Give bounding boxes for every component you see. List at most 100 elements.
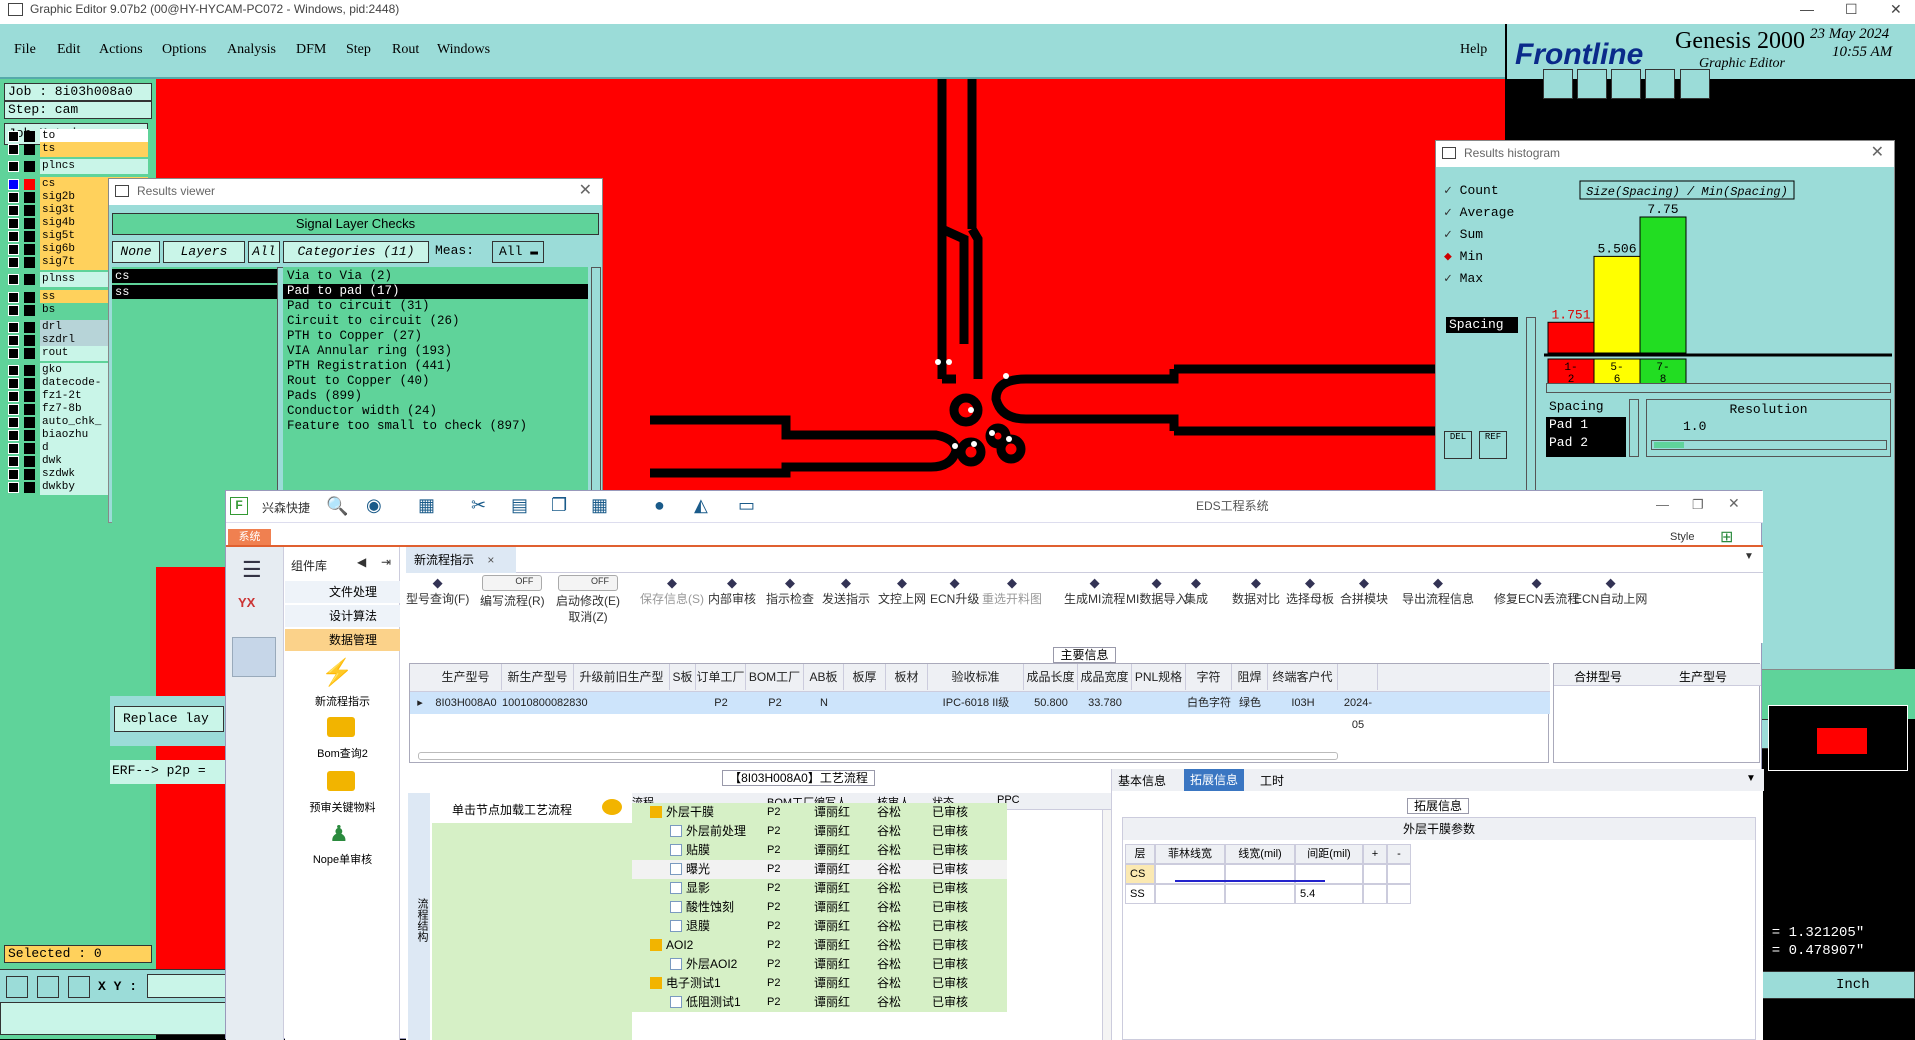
layer-checkbox[interactable] [8,417,19,428]
style-menu[interactable]: Style [1670,531,1694,543]
close-icon[interactable]: ✕ [1871,141,1884,165]
table-cell[interactable]: 白色字符 [1186,692,1232,714]
toolbar-button[interactable]: ◆ MI数据导入 [1126,575,1187,607]
flow-tree-row[interactable]: 外层AOI2 P2 谭丽红 谷松 已审核 [632,955,1007,974]
menu-actions[interactable]: Actions [99,42,143,58]
list-item[interactable]: cs [112,269,277,283]
layer-checkbox[interactable] [8,348,19,359]
category-item[interactable]: Feature too small to check (897) [283,419,588,434]
column-header[interactable]: 字符 [1186,664,1232,690]
database-icon[interactable] [232,637,276,677]
flow-tree-row[interactable]: 外层前处理 P2 谭丽红 谷松 已审核 [632,822,1007,841]
command-line[interactable] [0,1002,230,1035]
nav-precheck-material[interactable]: 预审关键物料 [285,799,400,815]
table-cell[interactable]: P2 [696,692,746,714]
histogram-bar[interactable] [1547,321,1595,354]
table-cell[interactable]: 33.780 [1078,692,1132,714]
toolbar-button[interactable]: ◆ ECN自动上网 [1574,575,1647,607]
category-item[interactable]: VIA Annular ring (193) [283,344,588,359]
ext-cell[interactable] [1363,864,1387,884]
toolbar-button[interactable]: OFF 编写流程(R) [480,575,545,609]
category-item[interactable]: Pads (899) [283,389,588,404]
maximize-icon[interactable]: ☐ [1845,0,1858,18]
person-icon[interactable]: ♟ [329,821,349,847]
histogram-option[interactable]: ✓ Max [1444,271,1483,286]
layer-checkbox[interactable] [8,292,19,303]
layer-checkbox[interactable] [8,482,19,493]
column-header[interactable]: 阻焊 [1232,664,1268,690]
category-item[interactable]: Rout to Copper (40) [283,374,588,389]
histogram-bar[interactable] [1593,255,1641,354]
toolbar-button[interactable]: ◆ 修复ECN丢流程 [1494,575,1579,607]
copy-icon[interactable]: ❐ [551,495,567,516]
ref-button[interactable]: REF [1479,431,1507,459]
measure-icon[interactable] [37,976,59,998]
snap-icon[interactable] [68,976,90,998]
flow-tree-row[interactable]: 显影 P2 谭丽红 谷松 已审核 [632,879,1007,898]
meas-dropdown[interactable]: All ▬ [492,241,544,263]
table-row[interactable]: ▸ 8I03H008A0 10010800082830 P2 P2 N IPC-6018 I… [410,692,1550,731]
flow-tree-row[interactable]: 酸性蚀刻 P2 谭丽红 谷松 已审核 [632,898,1007,917]
spacing-item[interactable]: Spacing [1446,317,1518,333]
minimap[interactable] [1768,705,1908,771]
restore-icon[interactable]: ❐ [1692,497,1704,513]
histogram-option[interactable]: ✓ Sum [1444,227,1483,242]
chevron-down-icon[interactable]: ▼ [1744,551,1754,562]
table-cell[interactable]: 50.800 [1024,692,1078,714]
list-item[interactable]: Pad 2 [1546,435,1626,453]
toolbar-button[interactable]: ◆ 生成MI流程 [1064,575,1125,607]
layer-checkbox[interactable] [8,192,19,203]
exit-icon[interactable]: ⇥ [381,555,391,569]
histogram-hscrollbar[interactable] [1546,383,1891,393]
scissors-icon[interactable]: ✂ [471,495,486,516]
column-header[interactable]: BOM工厂 [746,664,804,690]
histogram-option[interactable]: ◆ Min [1444,249,1483,264]
toolbar-button[interactable]: ◆ ECN升级 [930,575,979,607]
minimize-icon[interactable]: — [1656,497,1669,512]
toolbar-button[interactable]: ◆ 导出流程信息 [1402,575,1474,607]
all-button[interactable]: All [248,241,280,263]
replace-layer-button[interactable]: Replace lay [114,706,224,732]
toolbar-button[interactable]: ◆ 发送指示 [822,575,870,607]
toolbar-button[interactable]: ◆ 保存信息(S) [640,575,704,607]
flow-structure-tab[interactable]: 流程结构 [408,793,430,1040]
layer-checkbox[interactable] [8,274,19,285]
menu-edit[interactable]: Edit [57,42,80,58]
nav-new-flow[interactable]: 新流程指示 [285,693,400,709]
layer-row[interactable]: ts [6,142,152,157]
factory-icon[interactable]: YX [238,595,272,629]
layer-checkbox[interactable] [8,378,19,389]
close-icon[interactable]: ✕ [1890,0,1902,18]
chevron-down-icon[interactable]: ▼ [1746,773,1756,784]
layer-checkbox[interactable] [8,205,19,216]
toggle-switch[interactable]: OFF [558,575,618,591]
menu-dfm[interactable]: DFM [296,42,326,58]
xy-input[interactable] [147,974,227,998]
toolbar-button[interactable]: ◆ 合拼模块 [1340,575,1388,607]
flow-tree-row[interactable]: 低阻测试1 P2 谭丽红 谷松 已审核 [632,993,1007,1012]
menu-step[interactable]: Step [346,42,371,58]
ext-cell[interactable] [1387,864,1411,884]
layer-checkbox[interactable] [8,218,19,229]
toolbar-button[interactable]: ◆ 集成 [1184,575,1208,607]
ext-cell[interactable] [1363,884,1387,904]
layer-checkbox[interactable] [8,305,19,316]
category-item[interactable]: Pad to pad (17) [283,284,588,299]
menu-options[interactable]: Options [162,42,206,58]
tab-system[interactable]: 系统 [228,529,271,545]
layer-checkbox[interactable] [8,456,19,467]
ext-cell[interactable]: CS [1125,864,1155,884]
table-cell[interactable]: I03H [1268,692,1338,714]
del-button[interactable]: DEL [1444,431,1472,459]
list-item[interactable]: ss [112,285,277,299]
flow-tree-row[interactable]: 电子测试1 P2 谭丽红 谷松 已审核 [632,974,1007,993]
menu-icon[interactable]: ☰ [242,557,262,583]
chart-icon[interactable]: ◭ [694,495,708,516]
column-header[interactable]: 成品长度 [1024,664,1078,690]
ext-cell[interactable]: SS [1125,884,1155,904]
ext-cell[interactable] [1155,884,1225,904]
category-item[interactable]: Via to Via (2) [283,269,588,284]
monitor-icon[interactable]: ▭ [738,495,755,516]
layer-checkbox[interactable] [8,131,19,142]
toolbar-button[interactable]: ◆ 型号查询(F) [406,575,469,607]
